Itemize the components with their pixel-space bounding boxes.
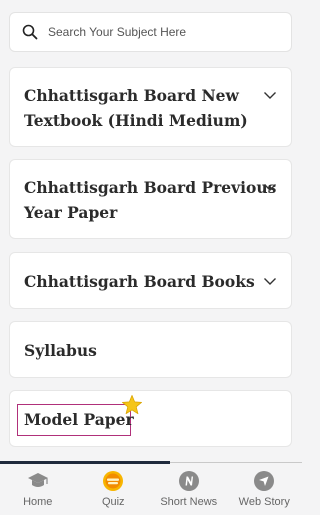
card-title: Chhattisgarh Board New Textbook (Hindi M…	[24, 86, 248, 130]
nav-label: Home	[23, 496, 53, 508]
star-icon	[122, 395, 142, 415]
nav-quiz[interactable]: Quiz	[76, 464, 152, 515]
compass-arrow-icon	[254, 471, 275, 491]
card-title: Chhattisgarh Board Previous Year Paper	[24, 178, 277, 222]
card-title: Chhattisgarh Board Books	[24, 272, 255, 291]
link-syllabus[interactable]: Syllabus	[9, 321, 292, 378]
bottom-navigation: Home Quiz Short News Web Story	[0, 464, 302, 515]
card-title: Syllabus	[24, 341, 97, 360]
link-model-paper[interactable]: Model Paper	[9, 390, 292, 447]
nav-label: Web Story	[238, 496, 290, 508]
progress-track	[170, 462, 302, 463]
nav-home[interactable]: Home	[0, 464, 76, 515]
search-icon	[22, 24, 38, 40]
quiz-time-icon	[103, 471, 124, 491]
nav-label: Short News	[160, 496, 218, 508]
chevron-down-icon[interactable]	[263, 88, 277, 102]
card-title: Model Paper	[24, 410, 134, 429]
nav-web-story[interactable]: Web Story	[227, 464, 303, 515]
nav-label: Quiz	[101, 496, 125, 508]
search-bar[interactable]	[9, 12, 292, 52]
chevron-down-icon[interactable]	[263, 274, 277, 288]
graduation-cap-icon	[27, 473, 48, 487]
nav-short-news[interactable]: Short News	[151, 464, 227, 515]
accordion-board-books[interactable]: Chhattisgarh Board Books	[9, 252, 292, 309]
chevron-down-icon[interactable]	[263, 180, 277, 194]
accordion-new-textbook[interactable]: Chhattisgarh Board New Textbook (Hindi M…	[9, 67, 292, 147]
accordion-previous-year-paper[interactable]: Chhattisgarh Board Previous Year Paper	[9, 159, 292, 239]
search-input[interactable]	[48, 25, 278, 39]
news-n-icon	[178, 471, 199, 491]
app-screen: Chhattisgarh Board New Textbook (Hindi M…	[0, 0, 302, 515]
